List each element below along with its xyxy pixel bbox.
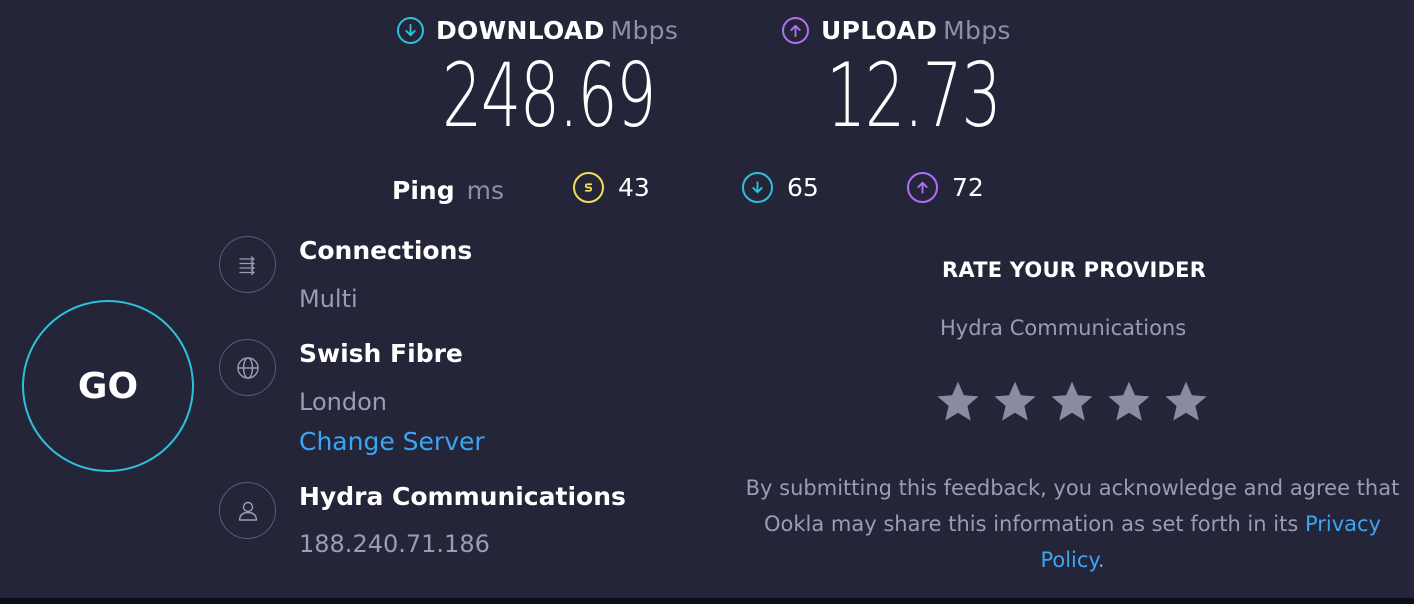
download-label: DOWNLOAD [436,15,605,45]
star-icon[interactable] [934,378,982,426]
upload-label: UPLOAD [821,15,938,45]
connections-icon [219,236,276,293]
provider-ip: 188.240.71.186 [299,530,490,558]
connections-title: Connections [299,236,473,265]
ping-label-group: Ping ms [392,170,504,210]
disclaimer-period: . [1097,548,1105,572]
rating-stars [934,378,1210,426]
change-server-link[interactable]: Change Server [299,427,485,456]
bottom-edge [0,598,1414,604]
ping-idle: 43 [573,172,650,203]
ping-upload: 72 [907,172,984,203]
ping-idle-value: 43 [618,173,650,202]
download-arrow-icon [397,16,424,44]
download-unit: Mbps [610,15,679,45]
globe-icon [219,339,276,396]
ping-label: Ping [392,175,455,205]
server-name: Swish Fibre [299,339,463,368]
ping-download: 65 [742,172,819,203]
rate-provider-name: Hydra Communications [940,316,1187,340]
upload-unit: Mbps [943,15,1011,45]
server-location: London [299,388,387,416]
ping-unit: ms [466,175,504,205]
ping-download-value: 65 [787,173,819,202]
idle-latency-icon [573,172,604,203]
upload-arrow-icon [782,16,809,44]
star-icon[interactable] [1048,378,1096,426]
upload-speed-value: 12.73 [826,44,1002,147]
ping-upload-value: 72 [952,173,984,202]
star-icon[interactable] [1105,378,1153,426]
feedback-disclaimer: By submitting this feedback, you acknowl… [740,470,1405,578]
rate-provider-title: RATE YOUR PROVIDER [942,258,1207,282]
disclaimer-text: By submitting this feedback, you acknowl… [745,476,1400,536]
download-latency-icon [742,172,773,203]
upload-latency-icon [907,172,938,203]
download-speed-value: 248.69 [442,44,657,147]
user-icon [219,482,276,539]
star-icon[interactable] [1162,378,1210,426]
provider-name: Hydra Communications [299,482,626,511]
speedtest-result-panel: DOWNLOAD Mbps 248.69 UPLOAD Mbps 12.73 Pin… [0,0,1414,598]
connections-value: Multi [299,285,358,313]
go-button[interactable]: GO [22,300,194,472]
star-icon[interactable] [991,378,1039,426]
